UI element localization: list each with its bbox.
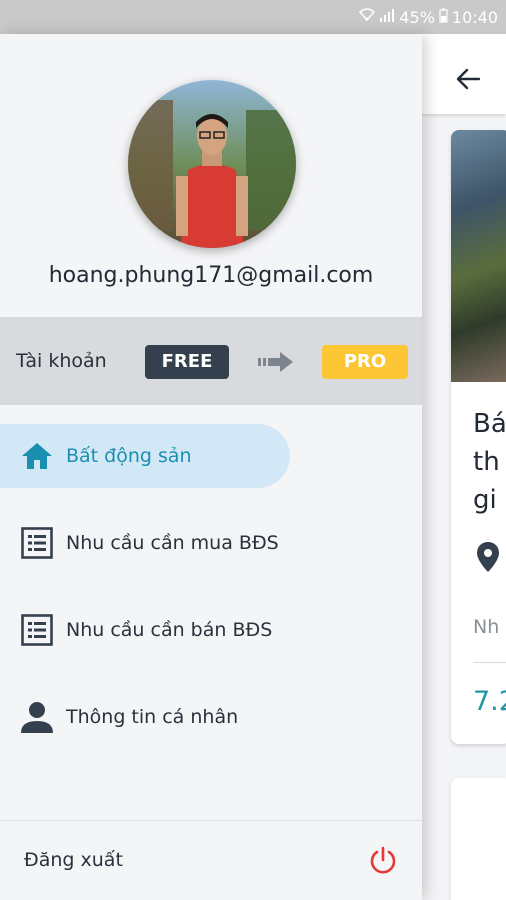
signal-icon <box>379 8 395 26</box>
menu-item-real-estate[interactable]: Bất động sản <box>0 424 290 488</box>
listing-card-second[interactable] <box>451 778 506 900</box>
person-icon <box>20 700 54 734</box>
listing-title-partial: Bá th gi <box>473 409 506 515</box>
battery-percent: 45% <box>399 7 435 27</box>
free-plan-badge: FREE <box>145 345 229 379</box>
menu-item-sell-needs[interactable]: Nhu cầu cần bán BĐS <box>0 598 422 662</box>
battery-icon <box>439 8 448 27</box>
wifi-icon <box>359 8 376 26</box>
menu-item-label: Nhu cầu cần bán BĐS <box>66 619 273 641</box>
user-email: hoang.phung171@gmail.com <box>48 263 374 288</box>
listing-image <box>451 130 506 382</box>
menu-item-label: Nhu cầu cần mua BĐS <box>66 532 279 554</box>
menu-item-label: Thông tin cá nhân <box>66 706 239 728</box>
home-icon <box>20 439 54 473</box>
navigation-drawer: hoang.phung171@gmail.com Tài khoản FREE … <box>0 34 422 900</box>
right-arrow-icon <box>258 352 294 372</box>
avatar[interactable] <box>128 80 296 248</box>
listing-price-partial: 7.2 <box>473 686 506 717</box>
menu-item-buy-needs[interactable]: Nhu cầu cần mua BĐS <box>0 511 422 575</box>
account-label: Tài khoản <box>16 350 107 372</box>
back-arrow-icon[interactable] <box>455 66 481 92</box>
card-divider <box>473 662 506 663</box>
list-icon <box>20 526 54 560</box>
status-bar: 45% 10:40 <box>0 0 506 34</box>
menu-item-label: Bất động sản <box>66 445 192 467</box>
list-icon <box>20 613 54 647</box>
clock: 10:40 <box>451 7 498 27</box>
divider <box>0 820 422 821</box>
listing-subtitle-partial: Nh <box>473 616 500 638</box>
logout-button[interactable]: Đăng xuất <box>24 849 123 871</box>
pro-plan-button[interactable]: PRO <box>322 345 408 379</box>
menu-item-profile[interactable]: Thông tin cá nhân <box>0 685 422 749</box>
location-pin-icon <box>477 542 499 572</box>
power-icon[interactable] <box>368 846 398 876</box>
